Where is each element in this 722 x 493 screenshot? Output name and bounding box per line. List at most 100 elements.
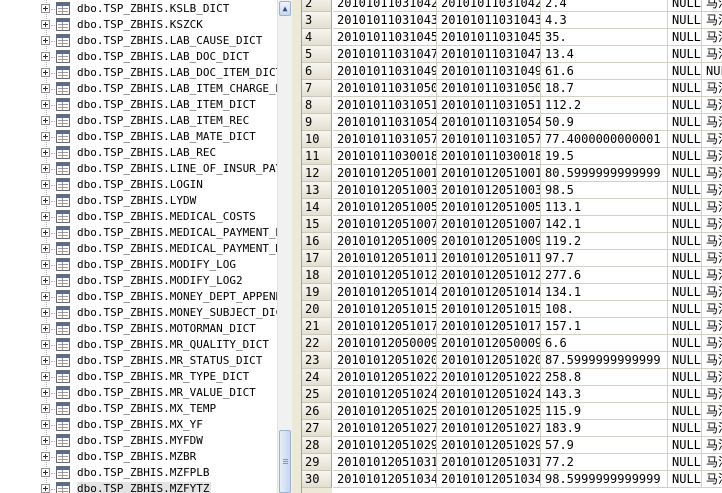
- cell-id-2[interactable]: 20101012051025: [437, 403, 541, 420]
- cell-null[interactable]: NULL: [668, 437, 702, 454]
- cell-amount[interactable]: 19.5: [541, 148, 668, 165]
- tree-item-table[interactable]: dbo.TSP_ZBHIS.MX_TEMP: [0, 401, 277, 417]
- cell-id-1[interactable]: 20101012051009: [333, 233, 437, 250]
- expand-plus-icon[interactable]: [41, 388, 50, 397]
- cell-id-2[interactable]: 20101011031051: [437, 97, 541, 114]
- cell-id-1[interactable]: 20101012051005: [333, 199, 437, 216]
- cell-null[interactable]: NULL: [668, 267, 702, 284]
- cell-amount[interactable]: 87.5999999999999: [541, 352, 668, 369]
- tree-item-table[interactable]: dbo.TSP_ZBHIS.MEDICAL_PAYMENT_DET: [0, 225, 277, 241]
- cell-id-2[interactable]: 20101011031049: [437, 63, 541, 80]
- table-row[interactable]: 7201010110310502010101103105018.7NULL马法: [302, 80, 722, 97]
- table-row[interactable]: 202010101205101520101012051015108.NULL马法: [302, 301, 722, 318]
- row-number[interactable]: 30: [302, 471, 332, 488]
- cell-id-1[interactable]: 20101011031047: [333, 46, 437, 63]
- pane-splitter[interactable]: [292, 0, 302, 493]
- cell-id-1[interactable]: 20101012051022: [333, 369, 437, 386]
- cell-name[interactable]: 马法: [702, 352, 722, 369]
- cell-null[interactable]: NULL: [668, 318, 702, 335]
- tree-item-table[interactable]: dbo.TSP_ZBHIS.MONEY_SUBJECT_DICT: [0, 305, 277, 321]
- row-number[interactable]: 28: [302, 437, 332, 454]
- cell-amount[interactable]: 108.: [541, 301, 668, 318]
- cell-amount[interactable]: 98.5: [541, 182, 668, 199]
- cell-id-2[interactable]: 20101012051024: [437, 386, 541, 403]
- row-number[interactable]: 22: [302, 335, 332, 352]
- expand-plus-icon[interactable]: [41, 404, 50, 413]
- table-row[interactable]: 2220101012050009201010120500096.6NULL马法: [302, 335, 722, 352]
- cell-name[interactable]: 马法: [702, 318, 722, 335]
- row-number[interactable]: 15: [302, 216, 332, 233]
- cell-amount[interactable]: 2.4: [541, 0, 668, 12]
- cell-id-1[interactable]: 20101011031051: [333, 97, 437, 114]
- cell-null[interactable]: NULL: [668, 80, 702, 97]
- expand-plus-icon[interactable]: [41, 212, 50, 221]
- cell-null[interactable]: NULL: [668, 471, 702, 488]
- row-number[interactable]: 12: [302, 165, 332, 182]
- expand-plus-icon[interactable]: [41, 372, 50, 381]
- cell-name[interactable]: 马法: [702, 165, 722, 182]
- cell-id-1[interactable]: 20101011031042: [333, 0, 437, 12]
- cell-id-1[interactable]: 20101012051025: [333, 403, 437, 420]
- cell-null[interactable]: NULL: [668, 403, 702, 420]
- cell-amount[interactable]: 4.3: [541, 12, 668, 29]
- cell-name[interactable]: 马法: [702, 471, 722, 488]
- expand-plus-icon[interactable]: [41, 164, 50, 173]
- cell-null[interactable]: NULL: [668, 63, 702, 80]
- cell-id-2[interactable]: 20101011031045: [437, 29, 541, 46]
- table-row[interactable]: 11201010110300182010101103001819.5NULL马法: [302, 148, 722, 165]
- row-number[interactable]: 23: [302, 352, 332, 369]
- tree-item-table[interactable]: dbo.TSP_ZBHIS.MZBR: [0, 449, 277, 465]
- cell-name[interactable]: 马法: [702, 148, 722, 165]
- cell-name[interactable]: 马法: [702, 29, 722, 46]
- cell-null[interactable]: NULL: [668, 454, 702, 471]
- table-row[interactable]: 15 20101012051007 20101012051007 142.1 NULL 马…: [302, 216, 722, 233]
- cell-amount[interactable]: 157.1: [541, 318, 668, 335]
- cell-amount[interactable]: 258.8: [541, 369, 668, 386]
- cell-name[interactable]: 马法: [702, 267, 722, 284]
- row-number[interactable]: 4: [302, 29, 332, 46]
- cell-null[interactable]: NULL: [668, 148, 702, 165]
- cell-id-2[interactable]: 20101012051034: [437, 471, 541, 488]
- row-number[interactable]: 24: [302, 369, 332, 386]
- cell-id-2[interactable]: 20101012051007: [437, 216, 541, 233]
- expand-plus-icon[interactable]: [41, 340, 50, 349]
- expand-plus-icon[interactable]: [41, 436, 50, 445]
- tree-vertical-scrollbar[interactable]: ▲: [277, 0, 292, 493]
- cell-amount[interactable]: 18.7: [541, 80, 668, 97]
- row-number[interactable]: 18: [302, 267, 332, 284]
- table-row[interactable]: 23 20101012051020 20101012051020 87.5999999…: [302, 352, 722, 369]
- cell-null[interactable]: NULL: [668, 12, 702, 29]
- cell-amount[interactable]: 80.5999999999999: [541, 165, 668, 182]
- cell-null[interactable]: NULL: [668, 165, 702, 182]
- cell-null[interactable]: NULL: [668, 369, 702, 386]
- table-row[interactable]: 30 20101012051034 20101012051034 98.5999999…: [302, 471, 722, 488]
- cell-amount[interactable]: 57.9: [541, 437, 668, 454]
- cell-name[interactable]: 马法: [702, 437, 722, 454]
- row-number[interactable]: 9: [302, 114, 332, 131]
- row-number[interactable]: 6: [302, 63, 332, 80]
- row-number[interactable]: 27: [302, 420, 332, 437]
- cell-amount[interactable]: 113.1: [541, 199, 668, 216]
- cell-id-1[interactable]: 20101012051020: [333, 352, 437, 369]
- cell-name[interactable]: 马法: [702, 216, 722, 233]
- cell-name[interactable]: 马法: [702, 454, 722, 471]
- cell-id-2[interactable]: 20101011030018: [437, 148, 541, 165]
- cell-null[interactable]: NULL: [668, 386, 702, 403]
- cell-name[interactable]: 马法: [702, 182, 722, 199]
- cell-null[interactable]: NULL: [668, 420, 702, 437]
- cell-id-1[interactable]: 20101011031045: [333, 29, 437, 46]
- expand-plus-icon[interactable]: [41, 52, 50, 61]
- cell-name[interactable]: 马法: [702, 386, 722, 403]
- table-row[interactable]: 18 20101012051012 20101012051012 277.6 NULL 马…: [302, 267, 722, 284]
- table-row[interactable]: 10 20101011031057 20101011031057 77.4000000…: [302, 131, 722, 148]
- cell-amount[interactable]: 143.3: [541, 386, 668, 403]
- tree-item-table[interactable]: dbo.TSP_ZBHIS.MR_TYPE_DICT: [0, 369, 277, 385]
- cell-id-2[interactable]: 20101012051001: [437, 165, 541, 182]
- table-row[interactable]: 17201010120510112010101205101197.7NULL马法: [302, 250, 722, 267]
- cell-id-1[interactable]: 20101012051017: [333, 318, 437, 335]
- cell-id-2[interactable]: 20101012051014: [437, 284, 541, 301]
- row-number[interactable]: 13: [302, 182, 332, 199]
- tree-item-table[interactable]: dbo.TSP_ZBHIS.LAB_MATE_DICT: [0, 129, 277, 145]
- table-row[interactable]: 6201010110310492010101103104961.6NULLNUL…: [302, 63, 722, 80]
- cell-id-1[interactable]: 20101012051024: [333, 386, 437, 403]
